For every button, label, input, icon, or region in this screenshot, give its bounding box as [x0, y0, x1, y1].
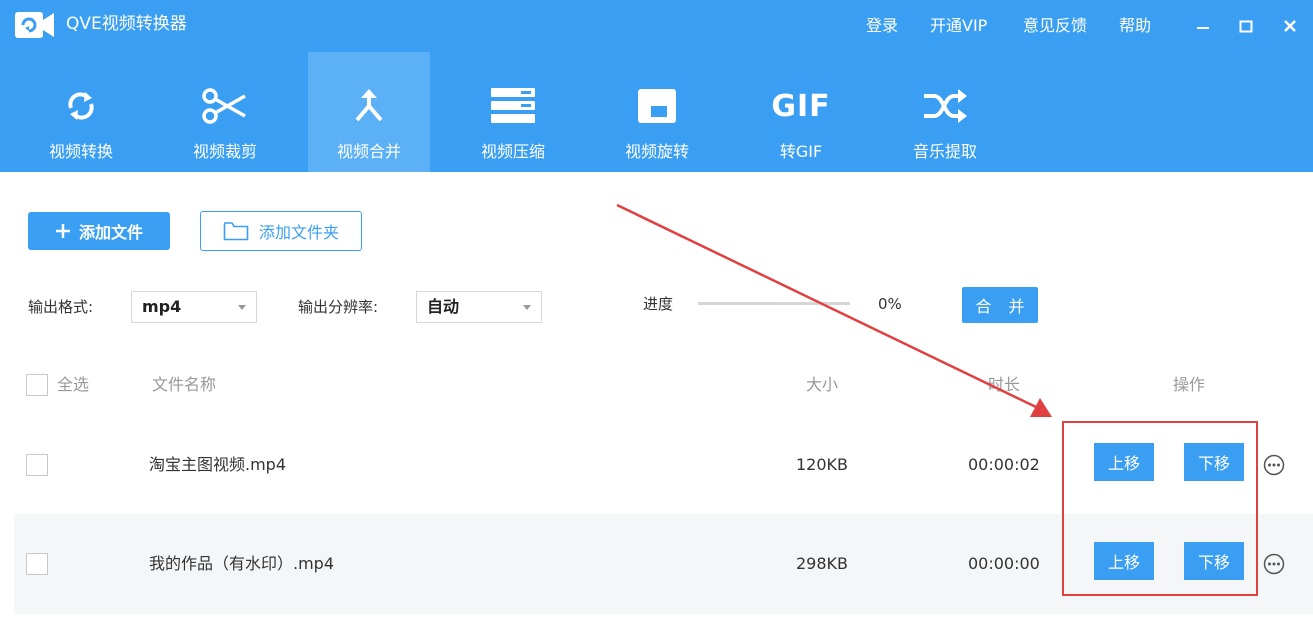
- more-options-icon[interactable]: [1263, 553, 1285, 575]
- file-size: 120KB: [796, 455, 849, 474]
- output-resolution-value: 自动: [427, 297, 460, 316]
- move-down-button[interactable]: 下移: [1184, 443, 1244, 481]
- tab-video-compress[interactable]: 视频压缩: [452, 52, 574, 172]
- move-up-button[interactable]: 上移: [1094, 542, 1154, 580]
- tab-video-crop[interactable]: 视频裁剪: [164, 52, 286, 172]
- tab-label: 视频裁剪: [192, 142, 257, 161]
- plus-icon: [55, 224, 70, 238]
- help-link[interactable]: 帮助: [1119, 14, 1151, 38]
- add-file-label: 添加文件: [78, 223, 143, 242]
- move-up-button[interactable]: 上移: [1094, 443, 1154, 481]
- app-logo-icon: [14, 10, 56, 40]
- column-header-duration: 时长: [988, 375, 1021, 394]
- output-format-select[interactable]: mp4: [131, 291, 257, 323]
- app-window: QVE视频转换器 登录 开通VIP 意见反馈 帮助 视频转换 视频裁剪 视频合并…: [0, 0, 1313, 618]
- folder-icon: [223, 222, 249, 241]
- output-format-label: 输出格式:: [28, 298, 94, 316]
- tab-label: 音乐提取: [912, 142, 977, 161]
- add-file-button[interactable]: 添加文件: [28, 212, 170, 250]
- close-icon: [1284, 20, 1296, 32]
- minimize-button[interactable]: [1188, 10, 1218, 42]
- file-size: 298KB: [796, 554, 849, 573]
- header-bar: QVE视频转换器 登录 开通VIP 意见反馈 帮助 视频转换 视频裁剪 视频合并…: [0, 0, 1313, 172]
- feedback-link[interactable]: 意见反馈: [1023, 14, 1087, 38]
- vip-link[interactable]: 开通VIP: [930, 14, 987, 38]
- table-row: 淘宝主图视频.mp4 120KB 00:00:02 上移 下移: [14, 414, 1313, 514]
- maximize-icon: [1239, 20, 1253, 33]
- merge-icon: [308, 86, 430, 126]
- row-checkbox[interactable]: [26, 553, 48, 575]
- column-header-name: 文件名称: [152, 375, 217, 394]
- tab-label: 视频合并: [336, 142, 401, 161]
- progress-percent: 0%: [878, 295, 902, 313]
- app-title: QVE视频转换器: [66, 14, 187, 34]
- tab-video-rotate[interactable]: 视频旋转: [596, 52, 718, 172]
- gif-icon: GIF: [771, 88, 831, 124]
- file-name: 淘宝主图视频.mp4: [149, 455, 287, 474]
- chevron-down-icon: [523, 305, 531, 310]
- progress-label: 进度: [643, 295, 674, 313]
- file-duration: 00:00:02: [968, 455, 1040, 474]
- scissors-icon: [164, 86, 286, 126]
- chevron-down-icon: [238, 305, 246, 310]
- tab-video-convert[interactable]: 视频转换: [20, 52, 142, 172]
- maximize-button[interactable]: [1231, 10, 1261, 42]
- tab-to-gif[interactable]: GIF 转GIF: [740, 52, 862, 172]
- column-header-actions: 操作: [1173, 375, 1206, 394]
- rotate-icon: [596, 86, 718, 126]
- move-down-button[interactable]: 下移: [1184, 542, 1244, 580]
- table-row: 我的作品（有水印）.mp4 298KB 00:00:00 上移 下移: [14, 514, 1313, 614]
- tab-label: 视频旋转: [624, 142, 689, 161]
- tab-label: 视频转换: [48, 142, 113, 161]
- column-header-size: 大小: [806, 375, 839, 394]
- more-options-icon[interactable]: [1263, 454, 1285, 476]
- select-all-checkbox[interactable]: [26, 374, 48, 396]
- output-format-value: mp4: [142, 297, 182, 316]
- tab-video-merge[interactable]: 视频合并: [308, 52, 430, 172]
- tab-label: 视频压缩: [480, 142, 545, 161]
- tab-label: 转GIF: [779, 142, 823, 161]
- progress-bar: [698, 302, 850, 305]
- login-link[interactable]: 登录: [866, 14, 898, 38]
- compress-icon: [452, 86, 574, 126]
- output-resolution-select[interactable]: 自动: [416, 291, 542, 323]
- convert-icon: [20, 86, 142, 126]
- minimize-icon: [1197, 27, 1209, 29]
- output-resolution-label: 输出分辨率:: [298, 298, 379, 316]
- close-button[interactable]: [1275, 10, 1305, 42]
- shuffle-icon: [884, 86, 1006, 126]
- add-folder-label: 添加文件夹: [258, 223, 339, 242]
- select-all-label: 全选: [57, 375, 90, 394]
- add-folder-button[interactable]: 添加文件夹: [200, 211, 362, 251]
- row-checkbox[interactable]: [26, 454, 48, 476]
- tab-music-extract[interactable]: 音乐提取: [884, 52, 1006, 172]
- file-duration: 00:00:00: [968, 554, 1040, 573]
- file-name: 我的作品（有水印）.mp4: [149, 554, 335, 573]
- merge-button[interactable]: 合 并: [962, 287, 1038, 323]
